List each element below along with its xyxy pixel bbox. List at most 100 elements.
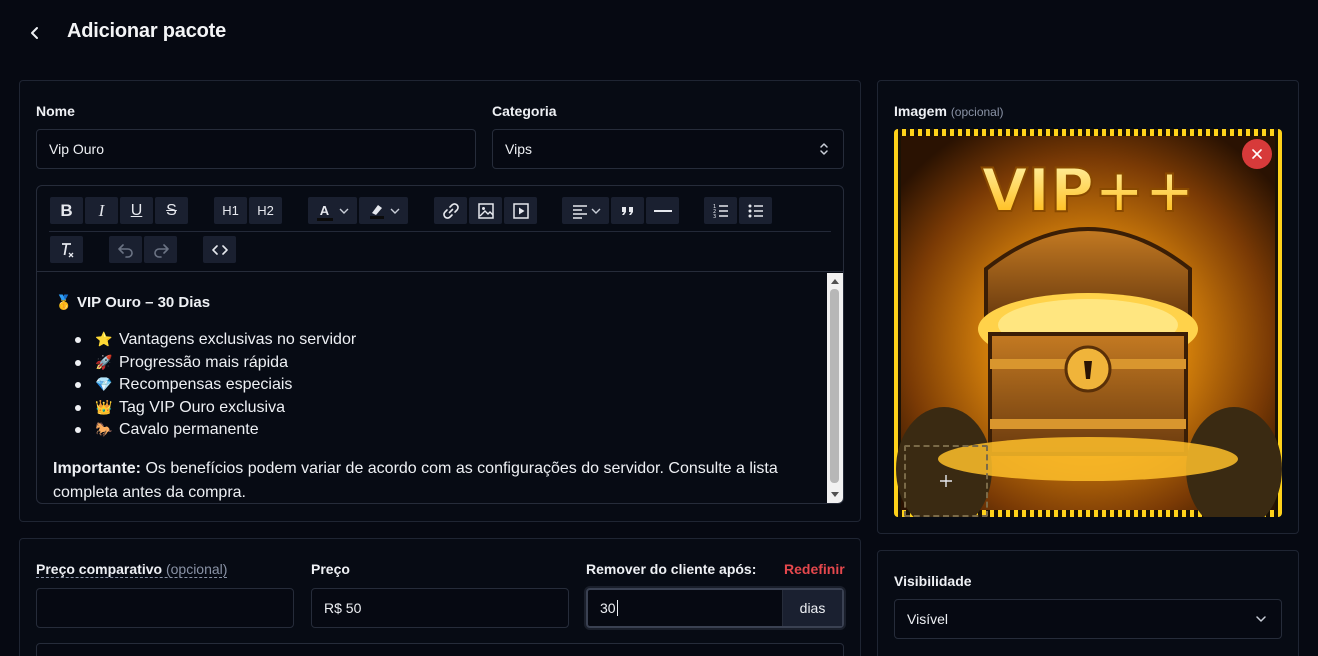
- pricing-card: Preço comparativo (opcional) Preço R$ 50…: [19, 538, 861, 656]
- horizontal-rule-button[interactable]: [646, 197, 679, 224]
- blockquote-button[interactable]: [611, 197, 644, 224]
- scroll-thumb[interactable]: [830, 289, 839, 483]
- underline-icon: U: [130, 201, 143, 219]
- plus-icon: [940, 475, 952, 487]
- list-item: ⭐ Vantagens exclusivas no servidor: [75, 328, 811, 351]
- ordered-list-button[interactable]: 1 2 3: [704, 197, 737, 224]
- category-select-value: Vips: [505, 141, 532, 157]
- days-suffix: dias: [782, 590, 842, 626]
- chevron-updown-icon: [820, 143, 828, 155]
- bold-button[interactable]: B: [50, 197, 83, 224]
- video-button[interactable]: [504, 197, 537, 224]
- align-left-icon: [572, 204, 587, 219]
- horizontal-rule-icon: [653, 209, 672, 212]
- text-color-button[interactable]: A: [308, 197, 357, 224]
- content-heading-text: VIP Ouro – 30 Dias: [77, 294, 211, 311]
- category-select[interactable]: Vips: [492, 129, 844, 169]
- page-header: Adicionar pacote: [0, 0, 1318, 64]
- strikethrough-icon: S: [166, 201, 177, 219]
- undo-button[interactable]: [109, 236, 142, 263]
- heading2-button[interactable]: H2: [249, 197, 282, 224]
- star-icon: ⭐: [95, 331, 113, 347]
- horse-icon: 🐎: [95, 421, 113, 437]
- price-label: Preço: [311, 561, 350, 577]
- italic-button[interactable]: I: [85, 197, 118, 224]
- rocket-icon: 🚀: [95, 353, 113, 370]
- name-label: Nome: [36, 103, 75, 119]
- scroll-up-arrow-icon[interactable]: [827, 273, 843, 289]
- heading1-icon: H1: [222, 203, 239, 218]
- list-item-text: Cavalo permanente: [119, 421, 259, 438]
- visibility-select[interactable]: Visível: [894, 599, 1282, 639]
- name-input-value: Vip Ouro: [49, 141, 104, 157]
- crown-icon: 👑: [95, 398, 113, 415]
- bold-icon: B: [60, 200, 73, 220]
- code-view-button[interactable]: [203, 236, 236, 263]
- page-title: Adicionar pacote: [67, 20, 227, 42]
- svg-text:3: 3: [713, 214, 716, 220]
- undo-icon: [117, 243, 133, 258]
- align-button[interactable]: [562, 197, 609, 224]
- code-icon: [211, 244, 228, 255]
- price-input[interactable]: R$ 50: [311, 588, 569, 628]
- visibility-select-value: Visível: [907, 611, 948, 627]
- image-icon: [477, 202, 494, 219]
- chevron-left-icon: [31, 27, 38, 39]
- visibility-label: Visibilidade: [894, 573, 972, 589]
- strikethrough-button[interactable]: S: [155, 197, 188, 224]
- list-item-text: Tag VIP Ouro exclusiva: [119, 398, 286, 416]
- heading1-button[interactable]: H1: [214, 197, 247, 224]
- medal-icon: 🥇: [55, 294, 73, 310]
- underline-button[interactable]: U: [120, 197, 153, 224]
- editor-content[interactable]: 🥇 VIP Ouro – 30 Dias ⭐ Vantagens exclusiva…: [37, 273, 827, 503]
- visibility-card: Visibilidade Visível: [877, 550, 1299, 656]
- clear-format-icon: [61, 242, 73, 257]
- editor-scrollbar[interactable]: [827, 273, 843, 503]
- chevron-down-icon: [390, 208, 399, 214]
- gem-icon: 💎: [95, 376, 113, 392]
- extra-field[interactable]: [36, 643, 844, 656]
- remove-after-value: 30: [600, 600, 616, 616]
- compare-price-label: Preço comparativo (opcional): [36, 561, 228, 578]
- chevron-down-icon: [1256, 616, 1266, 622]
- link-button[interactable]: [434, 197, 467, 224]
- image-button[interactable]: [469, 197, 502, 224]
- list-item-text: Vantagens exclusivas no servidor: [119, 331, 357, 348]
- toolbar-divider: [49, 231, 831, 232]
- highlighter-icon: [369, 204, 384, 219]
- vip-banner-text: VIP++: [981, 156, 1194, 226]
- details-card: Nome Vip Ouro Categoria Vips B I U S H1 …: [19, 80, 861, 522]
- ordered-list-icon: 1 2 3: [713, 204, 728, 220]
- highlight-color-button[interactable]: [359, 197, 408, 224]
- benefits-list: ⭐ Vantagens exclusivas no servidor 🚀 Progr…: [75, 328, 811, 441]
- price-value: R$ 50: [324, 600, 362, 616]
- editor-toolbar: B I U S H1 H2 A 1 2 3: [37, 186, 843, 272]
- compare-price-input[interactable]: [36, 588, 294, 628]
- note-bold: Importante:: [53, 459, 141, 477]
- note-text: Os benefícios podem variar de acordo com…: [53, 459, 778, 501]
- remove-image-button[interactable]: [1242, 139, 1272, 169]
- remove-after-label: Remover do cliente após:: [586, 561, 757, 577]
- list-item: 💎 Recompensas especiais: [75, 373, 811, 396]
- category-label: Categoria: [492, 103, 557, 119]
- bullet-list-button[interactable]: [739, 197, 772, 224]
- heading2-icon: H2: [257, 203, 274, 218]
- list-item: 🚀 Progressão mais rápida: [75, 351, 811, 374]
- remove-after-input[interactable]: 30 dias: [586, 588, 844, 628]
- list-item: 🐎 Cavalo permanente: [75, 418, 811, 441]
- add-image-dropzone[interactable]: [904, 445, 988, 517]
- scroll-down-arrow-icon[interactable]: [827, 487, 843, 503]
- reset-link[interactable]: Redefinir: [784, 561, 845, 577]
- bullet-list-icon: [748, 204, 763, 217]
- redo-icon: [153, 243, 169, 258]
- back-button[interactable]: [22, 20, 48, 46]
- list-item-text: Recompensas especiais: [119, 376, 293, 393]
- list-item: 👑 Tag VIP Ouro exclusiva: [75, 396, 811, 419]
- close-icon: [1252, 149, 1262, 159]
- link-icon: [442, 202, 459, 219]
- package-image[interactable]: VIP++: [894, 129, 1282, 517]
- redo-button[interactable]: [144, 236, 177, 263]
- clear-format-button[interactable]: [50, 236, 83, 263]
- video-icon: [512, 202, 529, 219]
- name-input[interactable]: Vip Ouro: [36, 129, 476, 169]
